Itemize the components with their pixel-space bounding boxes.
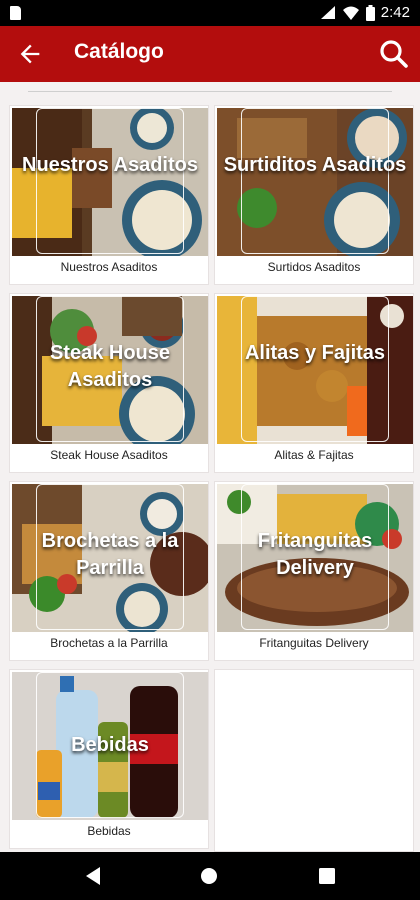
catalog-card-steak-house-asaditos[interactable]: Steak House Asaditos Steak House Asadito… bbox=[9, 293, 209, 473]
page-title: Catálogo bbox=[74, 40, 164, 63]
status-bar: 2:42 bbox=[0, 0, 420, 26]
card-label: Alitas & Fajitas bbox=[274, 448, 354, 462]
card-overlay-title: Bebidas bbox=[71, 734, 149, 756]
square-recents-icon[interactable] bbox=[318, 867, 336, 885]
divider bbox=[28, 91, 392, 92]
search-icon[interactable] bbox=[378, 38, 410, 70]
card-overlay-title: Surtiditos Asaditos bbox=[223, 154, 407, 176]
card-label: Steak House Asaditos bbox=[50, 448, 168, 462]
circle-home-icon[interactable] bbox=[199, 866, 219, 886]
card-overlay-title: Fritanguitas Delivery bbox=[257, 530, 373, 579]
app-bar: Catálogo bbox=[0, 26, 420, 82]
catalog-card-alitas-fajitas[interactable]: Alitas y Fajitas Alitas & Fajitas bbox=[214, 293, 414, 473]
catalog-card-surtidos-asaditos[interactable]: Surtiditos Asaditos Surtidos Asaditos bbox=[214, 105, 414, 285]
card-image: Alitas y Fajitas bbox=[217, 296, 413, 444]
card-image: Steak House Asaditos bbox=[12, 296, 208, 444]
card-label: Bebidas bbox=[87, 824, 131, 838]
sim-card-icon bbox=[10, 6, 21, 20]
card-overlay-title: Steak House Asaditos bbox=[49, 342, 171, 391]
catalog-card-nuestros-asaditos[interactable]: Nuestros Asaditos Nuestros Asaditos bbox=[9, 105, 209, 285]
card-overlay-title: Alitas y Fajitas bbox=[244, 342, 386, 364]
card-label: Surtidos Asaditos bbox=[267, 260, 361, 274]
status-time: 2:42 bbox=[380, 4, 410, 21]
image-frame bbox=[241, 296, 389, 442]
battery-icon bbox=[365, 4, 375, 21]
catalog-content[interactable]: Nuestros Asaditos Nuestros Asaditos Surt… bbox=[0, 82, 420, 852]
catalog-card-fritanguitas-delivery[interactable]: Fritanguitas Delivery Fritanguitas Deliv… bbox=[214, 481, 414, 661]
catalog-card-bebidas[interactable]: Bebidas Bebidas bbox=[9, 669, 209, 849]
card-image: Surtiditos Asaditos bbox=[217, 108, 413, 256]
card-label: Brochetas a la Parrilla bbox=[50, 636, 168, 650]
catalog-card-brochetas-parrilla[interactable]: Brochetas a la Parrilla Brochetas a la P… bbox=[9, 481, 209, 661]
card-overlay-title: Brochetas a la Parrilla bbox=[41, 530, 179, 579]
card-label: Nuestros Asaditos bbox=[60, 260, 158, 274]
navigation-bar bbox=[0, 852, 420, 900]
arrow-left-icon[interactable] bbox=[16, 40, 44, 68]
card-image: Nuestros Asaditos bbox=[12, 108, 208, 256]
wifi-icon bbox=[342, 6, 359, 20]
card-image: Fritanguitas Delivery bbox=[217, 484, 413, 632]
empty-grid-cell bbox=[214, 669, 414, 852]
image-frame bbox=[36, 108, 184, 254]
triangle-back-icon[interactable] bbox=[84, 866, 102, 886]
card-image: Bebidas bbox=[12, 672, 208, 820]
signal-icon bbox=[320, 5, 335, 19]
card-image: Brochetas a la Parrilla bbox=[12, 484, 208, 632]
card-label: Fritanguitas Delivery bbox=[259, 636, 369, 650]
card-overlay-title: Nuestros Asaditos bbox=[22, 154, 198, 176]
image-frame bbox=[241, 108, 389, 254]
